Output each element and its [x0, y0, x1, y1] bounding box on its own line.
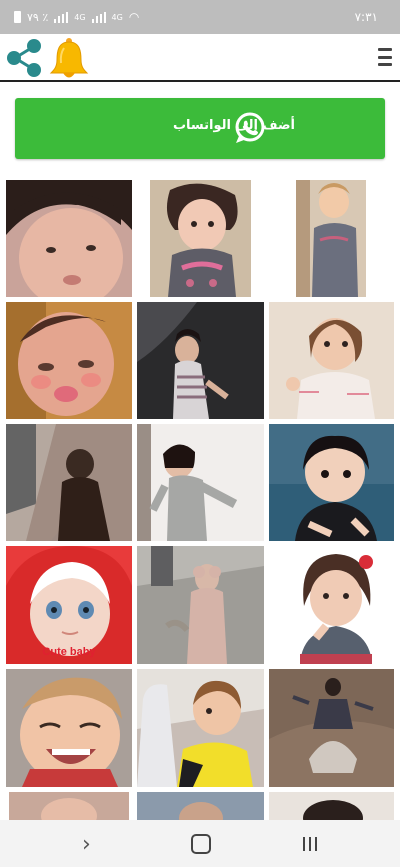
- status-bar: ٧٩ ٪ 4G 4G ◠ ٧:٣١: [0, 0, 400, 34]
- sticker-15[interactable]: [269, 669, 394, 787]
- sticker-5[interactable]: [137, 302, 264, 419]
- recents-icon[interactable]: [303, 837, 317, 851]
- sticker-13[interactable]: [6, 669, 132, 787]
- whatsapp-icon: [235, 112, 265, 143]
- system-nav-bar: ›: [0, 820, 400, 867]
- network-label: 4G: [74, 12, 86, 22]
- sticker-17[interactable]: [137, 792, 264, 820]
- home-icon[interactable]: [191, 834, 211, 854]
- share-icon[interactable]: [4, 38, 44, 78]
- menu-icon[interactable]: [378, 48, 392, 66]
- signal-icon: [91, 11, 106, 23]
- sticker-14[interactable]: [137, 669, 264, 787]
- sticker-16[interactable]: [9, 792, 129, 820]
- wifi-icon: ◠: [128, 10, 140, 24]
- status-icons: ٧٩ ٪ 4G 4G ◠: [14, 10, 139, 24]
- battery-icon: [14, 11, 21, 23]
- clock: ٧:٣١: [354, 10, 378, 24]
- sticker-2[interactable]: [150, 180, 251, 297]
- sticker-3[interactable]: [296, 180, 366, 297]
- sticker-10[interactable]: Cute baby: [6, 546, 132, 664]
- battery-percent: ٧٩ ٪: [27, 10, 49, 24]
- app-bar: [0, 34, 400, 82]
- sticker-caption: Cute baby: [42, 646, 96, 658]
- sticker-8[interactable]: [137, 424, 264, 541]
- add-to-whatsapp-button[interactable]: أضف إلى الواتساب: [15, 98, 385, 159]
- sticker-1[interactable]: [6, 180, 132, 297]
- bell-icon[interactable]: [48, 36, 90, 82]
- network-label: 4G: [111, 12, 123, 22]
- sticker-7[interactable]: [6, 424, 132, 541]
- sticker-6[interactable]: [269, 302, 394, 419]
- sticker-12[interactable]: [286, 546, 386, 664]
- back-icon[interactable]: ›: [82, 832, 91, 857]
- sticker-grid: Cute baby: [0, 178, 400, 820]
- sticker-11[interactable]: [137, 546, 264, 664]
- signal-icon: [54, 11, 69, 23]
- sticker-18[interactable]: [269, 792, 394, 820]
- sticker-4[interactable]: [6, 302, 132, 419]
- sticker-9[interactable]: [269, 424, 394, 541]
